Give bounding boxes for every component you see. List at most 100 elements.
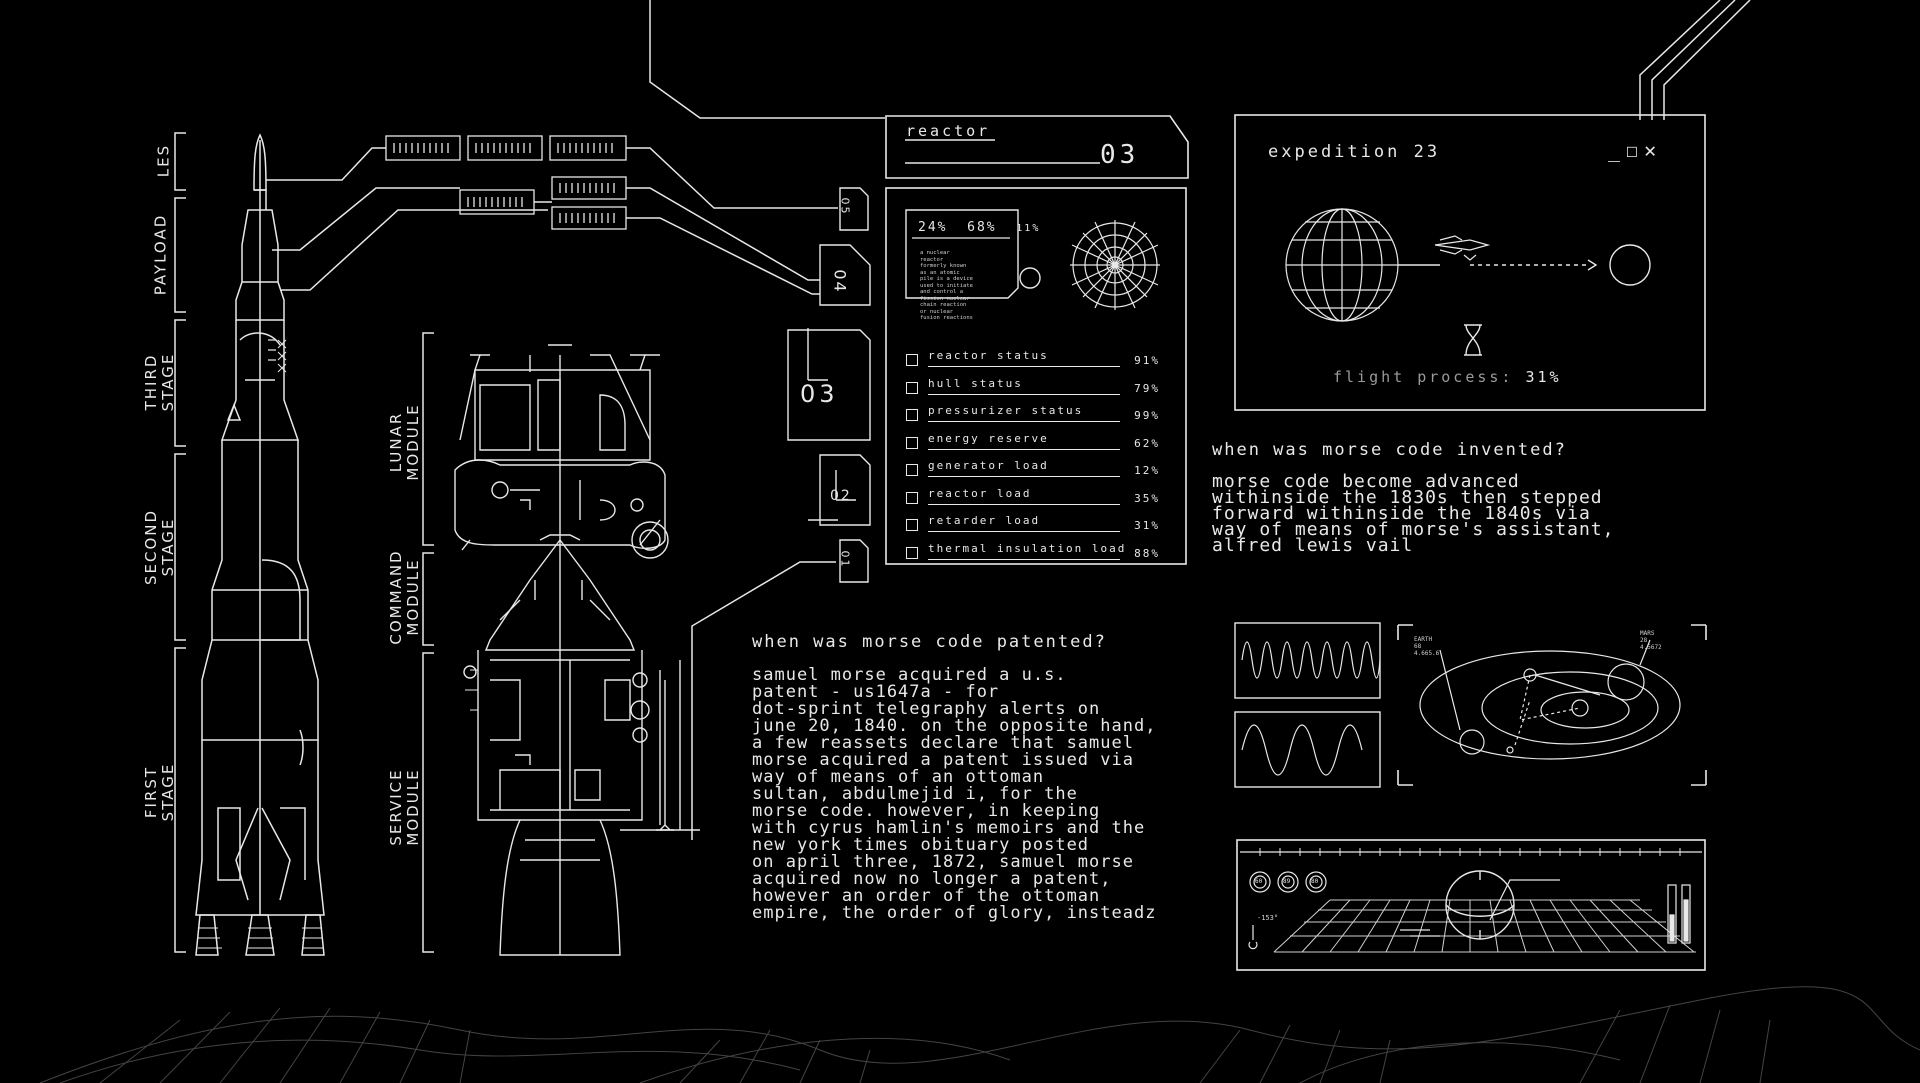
- status-underline: [928, 531, 1120, 532]
- status-underline: [928, 503, 1120, 505]
- stage-label-payload: PAYLOAD: [151, 213, 170, 296]
- status-row[interactable]: pressurizer status 99%: [906, 404, 1160, 427]
- reactor-title: reactor: [906, 122, 991, 140]
- tag-04[interactable]: 04: [831, 269, 850, 293]
- module-label-command: COMMAND MODULE: [387, 542, 422, 652]
- flight-process: flight process: 31%: [1333, 368, 1562, 386]
- answer-patented: samuel morse acquired a u.s. patent - us1…: [752, 667, 1156, 922]
- status-checkbox[interactable]: [906, 436, 918, 449]
- status-row[interactable]: thermal insulation load 88%: [906, 542, 1160, 565]
- minimize-icon[interactable]: _: [1608, 138, 1626, 162]
- status-name: retarder load: [928, 514, 1041, 527]
- status-underline: [928, 476, 1120, 477]
- status-name: generator load: [928, 459, 1049, 472]
- answer-line: empire, the order of glory, insteadz: [752, 903, 1157, 923]
- radar-web-icon: [1070, 220, 1160, 310]
- level-gauges: [1667, 884, 1691, 944]
- module-label-command-line2: MODULE: [404, 558, 422, 636]
- expedition-title: expedition 23: [1268, 142, 1441, 162]
- module-label-lunar-line1: LUNAR: [387, 411, 405, 473]
- mars-name: MARS: [1640, 630, 1655, 637]
- status-checkbox[interactable]: [906, 546, 918, 559]
- question-invented: when was morse code invented?: [1212, 440, 1567, 460]
- orbit-diagram: [1419, 639, 1681, 760]
- status-name: reactor status: [928, 349, 1049, 362]
- status-checkbox[interactable]: [906, 519, 918, 531]
- status-percent: 12%: [1134, 464, 1160, 477]
- module-label-service-line1: SERVICE: [387, 768, 405, 846]
- waveform-low: [1241, 724, 1363, 776]
- stage-label-second: SECOND STAGE: [142, 492, 177, 602]
- stage-label-second-line2: STAGE: [159, 517, 177, 577]
- tag-01[interactable]: 01: [839, 551, 852, 569]
- planet-globe-icon: [1285, 208, 1399, 322]
- reactor-readout: 24% 68% 11%: [918, 220, 1040, 235]
- mars-value-2: 4.5672: [1640, 644, 1662, 651]
- terrain-panel-frame: [1236, 839, 1706, 971]
- earth-value-2: 4.665.6: [1414, 650, 1440, 657]
- connector-line-top: [649, 0, 885, 119]
- reactor-description-line: formerly known: [920, 263, 967, 269]
- temperature-readout: -153°: [1257, 914, 1279, 922]
- stage-label-third-line2: STAGE: [159, 352, 177, 412]
- module-label-service-line2: MODULE: [404, 768, 422, 846]
- status-row[interactable]: reactor load 35%: [906, 486, 1160, 510]
- status-underline: [928, 393, 1120, 395]
- stage-label-third-line1: THIRD: [142, 353, 160, 411]
- stage-label-third: THIRD STAGE: [142, 337, 177, 427]
- tag-05[interactable]: 05: [839, 198, 852, 216]
- status-percent: 35%: [1134, 491, 1160, 505]
- status-percent: 88%: [1134, 546, 1160, 560]
- readout-value-1: 24%: [918, 220, 948, 235]
- dial-label-2: 89: [1283, 878, 1291, 885]
- status-row[interactable]: retarder load 31%: [906, 514, 1160, 537]
- module-label-lunar: LUNAR MODULE: [387, 387, 422, 497]
- perspective-grid: [1273, 899, 1696, 953]
- reactor-description: a nuclear reactor formerly known as an atom…: [920, 250, 973, 322]
- hourglass-icon: [1464, 324, 1482, 356]
- status-checkbox[interactable]: [906, 491, 918, 504]
- status-percent: 99%: [1134, 409, 1160, 422]
- tag-03[interactable]: 03: [800, 380, 839, 408]
- status-name: pressurizer status: [928, 404, 1084, 417]
- maximize-icon[interactable]: ☐: [1626, 138, 1644, 162]
- status-row[interactable]: energy reserve 62%: [906, 431, 1160, 455]
- status-row[interactable]: reactor status 91%: [906, 349, 1160, 372]
- spaceship-icon: [1434, 235, 1491, 261]
- stage-label-second-line1: SECOND: [142, 508, 160, 586]
- answer-invented: morse code become advanced withinside the…: [1212, 473, 1614, 556]
- flight-process-label: flight process:: [1333, 368, 1514, 386]
- status-underline: [928, 421, 1120, 422]
- status-underline: [928, 366, 1120, 367]
- status-checkbox[interactable]: [906, 381, 918, 394]
- status-checkbox[interactable]: [906, 354, 918, 366]
- module-label-service: SERVICE MODULE: [387, 752, 422, 862]
- waveform-high: [1241, 641, 1381, 679]
- saturn-v-rocket-drawing: [195, 133, 325, 956]
- status-percent: 31%: [1134, 519, 1160, 532]
- earth-name: EARTH: [1414, 636, 1433, 643]
- apollo-spacecraft-drawing: [454, 344, 700, 956]
- thermometer-icon: [1248, 925, 1258, 950]
- status-checkbox[interactable]: [906, 464, 918, 476]
- flight-process-value: 31%: [1525, 368, 1562, 386]
- status-row[interactable]: hull status 79%: [906, 376, 1160, 400]
- close-icon[interactable]: ✕: [1644, 138, 1662, 162]
- stage-label-first: FIRST STAGE: [142, 737, 177, 847]
- status-underline: [928, 448, 1120, 450]
- module-brackets: [422, 332, 434, 953]
- answer-line: alfred lewis vail: [1212, 535, 1414, 556]
- tag-02[interactable]: 02: [830, 488, 852, 504]
- reactor-description-line: fusion reactions: [920, 315, 973, 321]
- mars-value-1: 28: [1640, 637, 1648, 644]
- status-percent: 62%: [1134, 436, 1160, 450]
- status-percent: 91%: [1134, 354, 1160, 367]
- status-name: hull status: [928, 376, 1023, 390]
- status-name: reactor load: [928, 486, 1032, 500]
- data-module-blocks: [385, 135, 627, 230]
- dial-label-3: 80: [1311, 878, 1319, 885]
- window-controls: _☐✕: [1608, 138, 1662, 162]
- status-name: energy reserve: [928, 431, 1049, 445]
- status-checkbox[interactable]: [906, 409, 918, 421]
- status-row[interactable]: generator load 12%: [906, 459, 1160, 482]
